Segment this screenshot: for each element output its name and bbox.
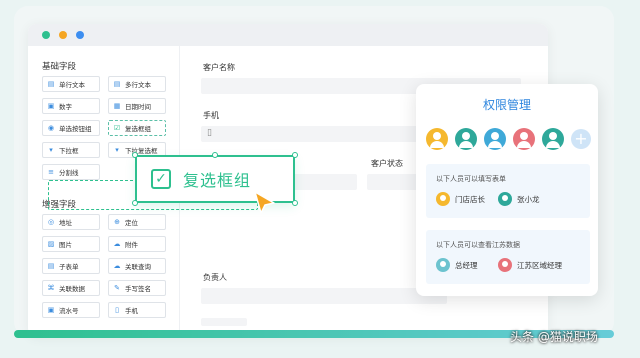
checkbox-icon: ☑: [113, 124, 121, 132]
number-icon: ▣: [47, 102, 55, 110]
avatar: [498, 258, 512, 272]
phone-icon: ▯: [115, 306, 119, 314]
permission-title: 权限管理: [482, 98, 531, 112]
user-avatar[interactable]: [542, 128, 564, 150]
window-minimize-dot[interactable]: [59, 31, 67, 39]
target-icon: ⊕: [114, 218, 120, 226]
image-icon: ▨: [47, 240, 55, 248]
field-phone[interactable]: ▯ 手机: [108, 302, 166, 318]
permission-panel: 权限管理 + 以下人员可以填写表单 门店店长 张小龙 以下人员可以查看江苏数据 …: [416, 84, 598, 296]
basic-fields-title: 基础字段: [42, 62, 77, 72]
window-close-dot[interactable]: [42, 31, 50, 39]
view-permission-box: 以下人员可以查看江苏数据 总经理 江苏区域经理: [426, 230, 590, 284]
user-avatar[interactable]: [484, 128, 506, 150]
attachment-icon: ☁: [113, 240, 121, 248]
phone-label: 手机: [203, 111, 219, 120]
field-divider[interactable]: ≡ 分割线: [42, 164, 100, 180]
dragged-field-label: 复选框组: [183, 171, 252, 190]
mouse-cursor-icon: [254, 191, 275, 214]
field-signature[interactable]: ✎ 手写签名: [108, 280, 166, 296]
serial-icon: ▣: [47, 306, 55, 314]
location-icon: ◎: [47, 218, 55, 226]
person-chip[interactable]: 门店店长: [436, 192, 485, 206]
user-avatar[interactable]: [426, 128, 448, 150]
fill-permission-box: 以下人员可以填写表单 门店店长 张小龙: [426, 164, 590, 218]
field-serial-number[interactable]: ▣ 流水号: [42, 302, 100, 318]
field-attachment[interactable]: ☁ 附件: [108, 236, 166, 252]
link-query-icon: ☁: [113, 262, 121, 270]
fill-permission-caption: 以下人员可以填写表单: [436, 175, 506, 183]
person-chip[interactable]: 江苏区域经理: [498, 258, 562, 272]
field-datetime[interactable]: ▦ 日期时间: [108, 98, 166, 114]
avatar: [436, 192, 450, 206]
field-dropdown[interactable]: ▾ 下拉框: [42, 142, 100, 158]
subform-icon: ▤: [47, 262, 55, 270]
avatar: [498, 192, 512, 206]
resize-handle[interactable]: [132, 152, 138, 158]
resize-handle[interactable]: [292, 152, 298, 158]
signature-icon: ✎: [114, 284, 120, 292]
field-address[interactable]: ◎ 地址: [42, 214, 100, 230]
calendar-icon: ▦: [113, 102, 121, 110]
phone-icon: ▯: [207, 128, 212, 138]
field-number[interactable]: ▣ 数字: [42, 98, 100, 114]
divider-icon: ≡: [48, 168, 54, 176]
text-multi-icon: ▤: [113, 80, 121, 88]
window-maximize-dot[interactable]: [76, 31, 84, 39]
field-multi-line-text[interactable]: ▤ 多行文本: [108, 76, 166, 92]
field-image[interactable]: ▨ 图片: [42, 236, 100, 252]
placeholder-input-a[interactable]: [291, 174, 357, 190]
field-checkbox-group[interactable]: ☑ 复选框组: [108, 120, 166, 136]
radio-icon: ◉: [47, 124, 55, 132]
dropdown-check-icon: ▾: [115, 146, 119, 154]
window-titlebar: [28, 24, 548, 46]
resize-handle[interactable]: [212, 152, 218, 158]
watermark: 头条 @猫说职场: [510, 330, 598, 344]
field-subform[interactable]: ▤ 子表单: [42, 258, 100, 274]
user-avatar[interactable]: [513, 128, 535, 150]
customer-status-label: 客户状态: [371, 159, 403, 168]
field-radio-group[interactable]: ◉ 单选按钮组: [42, 120, 100, 136]
field-single-line-text[interactable]: ▤ 单行文本: [42, 76, 100, 92]
owner-input[interactable]: [201, 288, 447, 304]
resize-handle[interactable]: [292, 200, 298, 206]
owner-label: 负责人: [203, 273, 227, 282]
dropdown-icon: ▾: [49, 146, 53, 154]
placeholder-bar: [201, 318, 247, 326]
avatar: [436, 258, 450, 272]
customer-name-label: 客户名称: [203, 63, 235, 72]
add-user-icon[interactable]: +: [571, 129, 591, 149]
phone-input[interactable]: ▯: [201, 126, 441, 142]
checkbox-icon: ✓: [151, 169, 171, 189]
person-chip[interactable]: 张小龙: [498, 192, 540, 206]
link-data-icon: ⌘: [47, 284, 55, 292]
resize-handle[interactable]: [132, 200, 138, 206]
field-locate[interactable]: ⊕ 定位: [108, 214, 166, 230]
field-link-query[interactable]: ☁ 关联查询: [108, 258, 166, 274]
user-avatar[interactable]: [455, 128, 477, 150]
person-chip[interactable]: 总经理: [436, 258, 478, 272]
field-link-data[interactable]: ⌘ 关联数据: [42, 280, 100, 296]
view-permission-caption: 以下人员可以查看江苏数据: [436, 241, 520, 249]
text-line-icon: ▤: [47, 80, 55, 88]
